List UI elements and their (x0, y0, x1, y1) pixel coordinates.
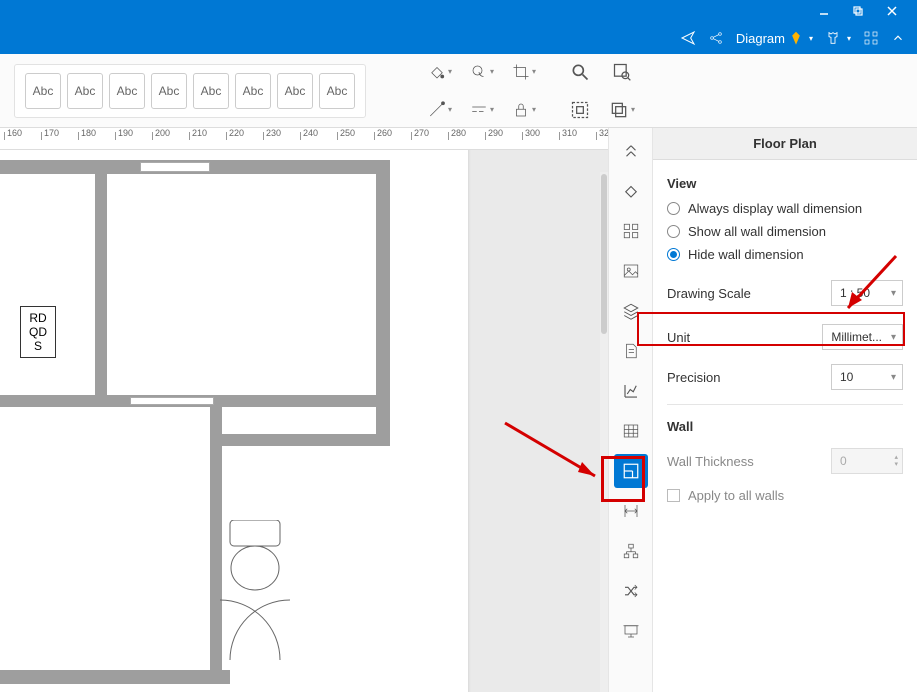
view-section-heading: View (667, 176, 903, 191)
drawing-canvas[interactable]: RD QD S (0, 150, 608, 692)
apps-icon[interactable] (863, 30, 879, 46)
room-label[interactable]: RD QD S (20, 306, 56, 358)
vertical-scrollbar[interactable] (600, 172, 608, 692)
precision-label: Precision (667, 370, 720, 385)
shuffle-tool-icon[interactable] (614, 574, 648, 608)
close-button[interactable] (875, 0, 909, 22)
restore-button[interactable] (841, 0, 875, 22)
share-icon[interactable] (708, 30, 724, 46)
radio-show-all[interactable]: Show all wall dimension (667, 224, 903, 239)
apply-all-walls-checkbox[interactable]: Apply to all walls (667, 488, 903, 503)
search-icon[interactable] (560, 54, 600, 90)
style-preset[interactable]: Abc (109, 73, 145, 109)
unit-row: Unit Millimet... (667, 324, 903, 350)
table-tool-icon[interactable] (614, 414, 648, 448)
image-tool-icon[interactable] (614, 254, 648, 288)
panel-title: Floor Plan (653, 128, 917, 160)
wall-thickness-row: Wall Thickness 0 (667, 448, 903, 474)
send-icon[interactable] (680, 30, 696, 46)
unit-dropdown[interactable]: Millimet... (822, 324, 903, 350)
wall-section-heading: Wall (667, 419, 903, 434)
window-titlebar (0, 0, 917, 22)
dash-style-icon[interactable]: ▾ (462, 92, 502, 128)
toilet-fixture-icon (210, 520, 310, 680)
shape-style-gallery[interactable]: Abc Abc Abc Abc Abc Abc Abc Abc (14, 64, 366, 118)
style-preset[interactable]: Abc (193, 73, 229, 109)
wall-thickness-spinner[interactable]: 0 (831, 448, 903, 474)
lock-icon[interactable]: ▾ (504, 92, 544, 128)
properties-panel: Floor Plan View Always display wall dime… (652, 128, 917, 692)
dimension-tool-icon[interactable] (614, 494, 648, 528)
diagram-menu[interactable]: Diagram ▾ (736, 31, 813, 46)
style-preset[interactable]: Abc (319, 73, 355, 109)
hierarchy-tool-icon[interactable] (614, 534, 648, 568)
precision-row: Precision 10 (667, 364, 903, 390)
diagram-menu-label: Diagram (736, 31, 785, 46)
drawing-scale-dropdown[interactable]: 1 : 50 (831, 280, 903, 306)
grid-tool-icon[interactable] (614, 214, 648, 248)
collapse-ribbon-icon[interactable] (891, 31, 905, 45)
line-style-icon[interactable]: ▾ (420, 92, 460, 128)
drawing-scale-label: Drawing Scale (667, 286, 751, 301)
radio-always-display[interactable]: Always display wall dimension (667, 201, 903, 216)
style-preset[interactable]: Abc (235, 73, 271, 109)
shirt-icon[interactable]: ▾ (825, 30, 851, 46)
page-tool-icon[interactable] (614, 334, 648, 368)
wall-thickness-label: Wall Thickness (667, 454, 754, 469)
page: RD QD S (0, 150, 468, 692)
canvas-column: 160 170 180 190 200 210 220 230 240 250 … (0, 128, 608, 692)
layers-icon[interactable]: ▾ (602, 92, 642, 128)
layers-tool-icon[interactable] (614, 294, 648, 328)
app-menubar: Diagram ▾ ▾ (0, 22, 917, 54)
style-preset[interactable]: Abc (25, 73, 61, 109)
diamond-icon (789, 31, 803, 45)
precision-dropdown[interactable]: 10 (831, 364, 903, 390)
shadow-icon[interactable]: ▾ (462, 54, 502, 90)
fill-bucket-icon[interactable]: ▾ (420, 54, 460, 90)
floor-plan-tab-icon[interactable] (614, 454, 648, 488)
horizontal-ruler: 160 170 180 190 200 210 220 230 240 250 … (0, 128, 608, 150)
drawing-scale-row: Drawing Scale 1 : 50 (667, 276, 903, 310)
content-area: 160 170 180 190 200 210 220 230 240 250 … (0, 128, 917, 692)
main-toolbar: Abc Abc Abc Abc Abc Abc Abc Abc ▾ ▾ ▾ ▾ … (0, 54, 917, 128)
radio-hide[interactable]: Hide wall dimension (667, 247, 903, 262)
minimize-button[interactable] (807, 0, 841, 22)
fill-tool-icon[interactable] (614, 174, 648, 208)
select-all-icon[interactable] (560, 92, 600, 128)
crop-icon[interactable]: ▾ (504, 54, 544, 90)
style-preset[interactable]: Abc (151, 73, 187, 109)
right-tool-strip (608, 128, 652, 692)
chart-tool-icon[interactable] (614, 374, 648, 408)
unit-label: Unit (667, 330, 690, 345)
style-preset[interactable]: Abc (277, 73, 313, 109)
expand-panel-icon[interactable] (614, 134, 648, 168)
find-replace-icon[interactable] (602, 54, 642, 90)
present-tool-icon[interactable] (614, 614, 648, 648)
style-preset[interactable]: Abc (67, 73, 103, 109)
